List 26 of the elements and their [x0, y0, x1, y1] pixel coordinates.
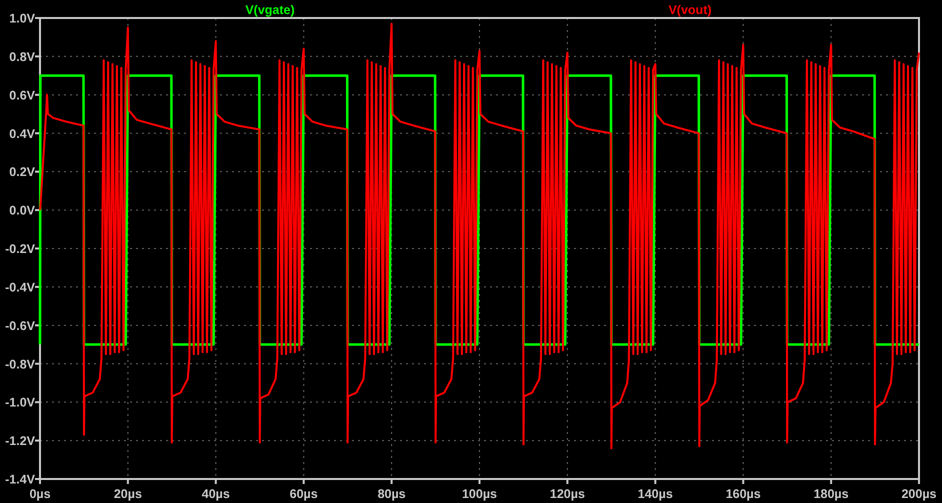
- y-tick-label: -0.8V: [5, 357, 35, 372]
- y-tick-label: -0.4V: [5, 280, 35, 294]
- y-tick-label: 0.6V: [9, 88, 35, 102]
- x-tick-label: 140µs: [638, 487, 673, 501]
- y-tick-label: -0.6V: [5, 318, 35, 333]
- x-tick-label: 160µs: [726, 487, 761, 501]
- y-tick-label: 1.0V: [9, 12, 35, 26]
- y-tick-label: -0.2V: [5, 242, 35, 256]
- y-tick-label: -1.0V: [5, 396, 35, 410]
- x-tick-label: 0µs: [29, 487, 51, 501]
- legend-label[interactable]: V(vgate): [245, 3, 295, 17]
- x-tick-label: 180µs: [814, 487, 849, 501]
- x-tick-label: 80µs: [378, 487, 406, 501]
- x-tick-label: 200µs: [902, 487, 936, 501]
- y-tick-label: 0.4V: [9, 126, 35, 141]
- x-tick-label: 60µs: [290, 487, 318, 501]
- y-tick-label: 0.2V: [9, 165, 35, 180]
- legend-label[interactable]: V(vout): [668, 3, 712, 17]
- y-tick-label: 0.0V: [9, 204, 35, 218]
- y-tick-label: -1.2V: [5, 434, 35, 448]
- x-tick-label: 20µs: [114, 487, 142, 501]
- x-tick-label: 120µs: [550, 487, 585, 501]
- x-tick-label: 40µs: [202, 487, 230, 501]
- y-tick-label: 0.8V: [9, 50, 35, 64]
- x-tick-label: 100µs: [462, 487, 497, 501]
- y-tick-label: -1.4V: [5, 472, 35, 486]
